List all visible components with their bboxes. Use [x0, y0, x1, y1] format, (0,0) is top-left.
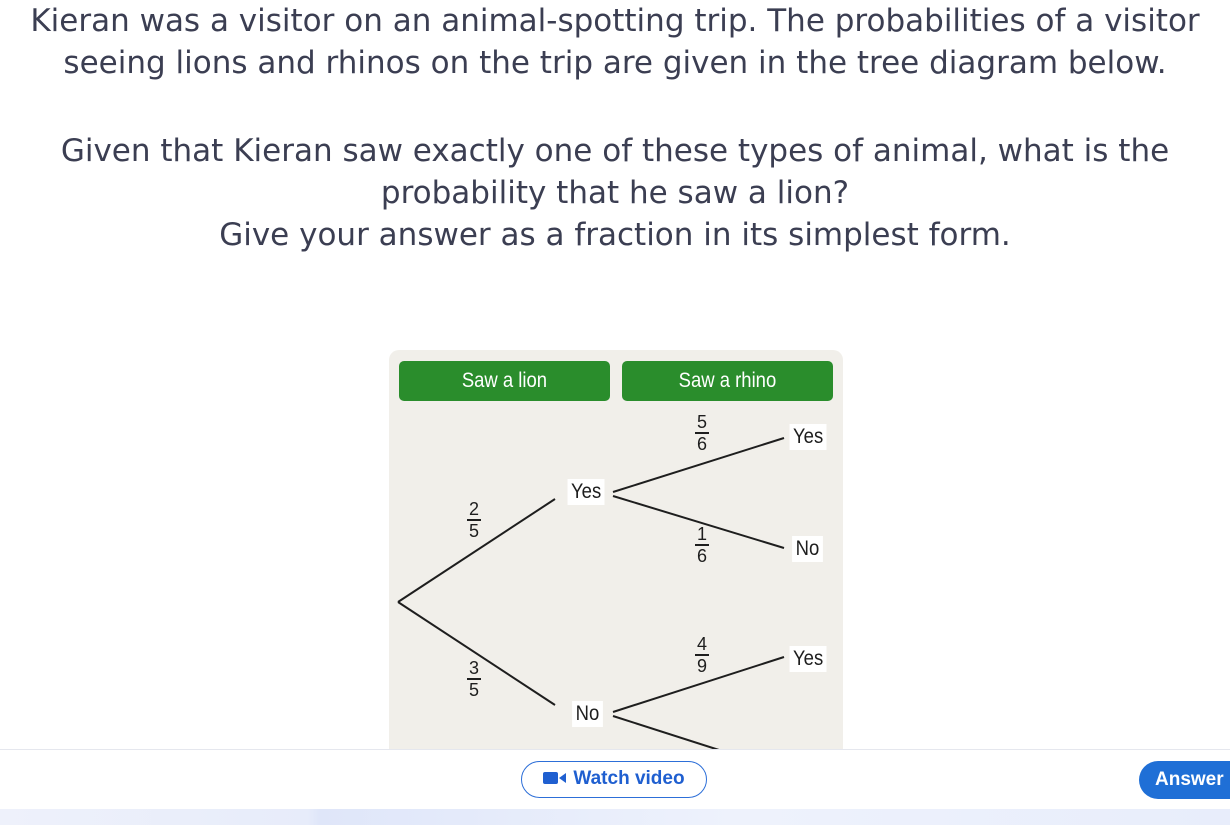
watch-video-button[interactable]: Watch video	[521, 761, 707, 798]
prob-rhino-yes-given-no-lion: 49	[695, 634, 709, 676]
question-text: Kieran was a visitor on an animal-spotti…	[0, 0, 1230, 256]
prob-lion-yes: 25	[467, 499, 481, 541]
video-camera-icon	[543, 771, 567, 785]
answer-button[interactable]: Answer	[1139, 761, 1230, 799]
question-intro: Kieran was a visitor on an animal-spotti…	[30, 3, 1200, 81]
node-lion-yes: Yes	[567, 479, 605, 505]
footer-strip	[0, 809, 1230, 825]
tree-diagram: Saw a lion Saw a rhino Yes No Yes No Yes…	[389, 350, 843, 750]
node-rhino-yes-2: Yes	[789, 646, 827, 672]
prob-lion-no: 35	[467, 658, 481, 700]
question-ask: Given that Kieran saw exactly one of the…	[60, 133, 1170, 211]
tree-branches	[397, 437, 785, 750]
node-lion-no: No	[572, 701, 603, 727]
branch-rhino-no-2	[612, 715, 720, 750]
node-rhino-no-1: No	[792, 536, 823, 562]
question-instruction: Give your answer as a fraction in its si…	[219, 217, 1011, 253]
prob-rhino-no-given-lion: 16	[695, 524, 709, 566]
action-bar: Watch video Answer	[0, 749, 1230, 810]
node-rhino-yes-1: Yes	[789, 424, 827, 450]
prob-rhino-yes-given-lion: 56	[695, 412, 709, 454]
watch-video-label: Watch video	[573, 768, 685, 789]
